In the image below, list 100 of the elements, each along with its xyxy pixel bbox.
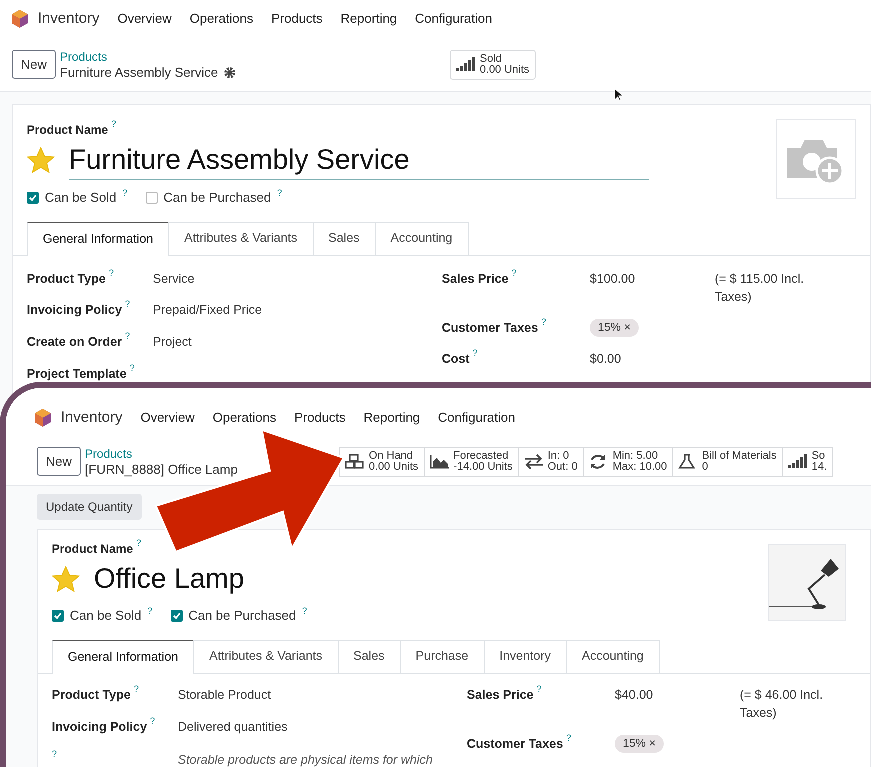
menu-item[interactable]: Products <box>294 408 346 428</box>
field-value: $100.00 <box>590 270 636 288</box>
tab[interactable]: General Information <box>52 640 194 674</box>
help-mark: ? <box>111 118 116 131</box>
help-mark: ? <box>122 187 128 200</box>
tax-tag[interactable]: 15% × <box>615 734 664 752</box>
help-mark: ? <box>512 266 517 280</box>
stat-button[interactable]: Sold 0.00 Units <box>450 50 536 80</box>
tab[interactable]: Attributes & Variants <box>169 222 314 256</box>
menu-item[interactable]: Reporting <box>364 408 420 428</box>
checkbox-label: Can be Purchased <box>188 607 296 625</box>
stat-button[interactable]: Bill of Materials 0 <box>673 446 783 476</box>
checkbox[interactable] <box>27 192 39 204</box>
field-label: Create on Order <box>27 334 122 351</box>
field-label: Customer Taxes <box>442 320 538 336</box>
app-logo-icon <box>12 10 28 28</box>
field-value: $0.00 <box>590 351 622 368</box>
help-mark: ? <box>541 316 546 328</box>
tab[interactable]: Sales <box>314 222 376 256</box>
tab[interactable]: Accounting <box>567 640 660 674</box>
flask-icon <box>678 454 698 469</box>
help-mark: ? <box>52 748 58 761</box>
area-chart-icon <box>430 454 450 469</box>
help-mark: ? <box>150 715 156 728</box>
bar-chart-icon <box>456 57 476 72</box>
tab[interactable]: Inventory <box>484 640 568 674</box>
menu-item[interactable]: Overview <box>140 408 195 428</box>
field-value: $40.00 <box>615 686 654 704</box>
update-quantity-button[interactable]: Update Quantity <box>37 494 142 520</box>
help-mark: ? <box>536 682 542 696</box>
field-value: Service <box>153 270 195 288</box>
tab[interactable]: General Information <box>27 222 170 256</box>
field-label: Invoicing Policy <box>52 719 148 736</box>
field-label: Project Template <box>27 366 127 383</box>
new-button[interactable]: New <box>12 50 56 79</box>
stat-button[interactable]: In: 0 Out: 0 <box>518 446 584 476</box>
field-label: Sales Price <box>442 270 509 288</box>
help-mark: ? <box>277 187 282 200</box>
field-label: Product Name <box>52 541 134 558</box>
checkbox[interactable] <box>146 192 158 204</box>
record-title: Furniture Assembly Service <box>60 64 218 80</box>
field-value: Project <box>153 334 192 351</box>
help-mark: ? <box>302 605 308 618</box>
cubes-icon <box>345 454 366 469</box>
tab[interactable]: Attributes & Variants <box>194 640 338 674</box>
app-name: Inventory <box>38 8 100 29</box>
stat-button[interactable]: Forecasted -14.00 Units <box>424 446 519 476</box>
menu-item[interactable]: Products <box>271 9 323 29</box>
swap-arrows-icon <box>524 454 544 469</box>
check-icon <box>172 612 181 620</box>
help-mark: ? <box>134 682 139 696</box>
menu-item[interactable]: Operations <box>190 9 254 29</box>
checkbox-label: Can be Sold <box>45 189 117 207</box>
product-name-field[interactable]: Office Lamp <box>94 560 394 598</box>
help-mark: ? <box>566 732 572 744</box>
check-icon <box>54 612 62 620</box>
field-value: Prepaid/Fixed Price <box>153 302 262 320</box>
help-mark: ? <box>136 537 142 550</box>
help-mark: ? <box>125 330 130 343</box>
checkbox-label: Can be Purchased <box>164 189 272 207</box>
record-title: [FURN_8888] Office Lamp <box>85 462 238 478</box>
breadcrumb-link[interactable]: Products <box>85 446 132 462</box>
help-mark: ? <box>148 605 153 618</box>
checkbox[interactable] <box>52 610 64 622</box>
field-label: Sales Price <box>467 686 534 704</box>
help-mark: ? <box>108 266 114 280</box>
checkbox[interactable] <box>170 610 183 622</box>
field-label: Customer Taxes <box>467 736 564 752</box>
tab[interactable]: Sales <box>338 640 401 674</box>
breadcrumb-link[interactable]: Products <box>60 48 108 64</box>
menu-item[interactable]: Configuration <box>415 9 492 29</box>
bar-chart-icon <box>788 454 808 469</box>
check-icon <box>29 194 37 202</box>
field-label: Cost <box>442 351 470 368</box>
field-value: Storable Product <box>178 686 272 704</box>
field-label: Product Type <box>52 686 131 704</box>
menu-item[interactable]: Operations <box>212 408 276 428</box>
tab[interactable]: Purchase <box>400 640 485 674</box>
menu-item[interactable]: Overview <box>118 9 172 29</box>
price-note: (= $ 115.00 Incl. Taxes) <box>715 270 806 306</box>
app-logo-icon <box>35 409 51 427</box>
menu-item[interactable]: Configuration <box>438 408 516 428</box>
field-label: Product Name <box>27 122 108 139</box>
price-note: (= $ 46.00 Incl. Taxes) <box>740 686 824 722</box>
help-mark: ? <box>472 347 478 360</box>
tax-tag[interactable]: 15% × <box>590 318 639 336</box>
field-description: Storable products are physical items for which <box>178 752 433 767</box>
field-label: Invoicing Policy <box>27 302 122 320</box>
product-name-field[interactable]: Furniture Assembly Service <box>69 141 649 180</box>
stat-button[interactable]: So 14. <box>782 446 834 476</box>
stat-button[interactable]: On Hand 0.00 Units <box>339 446 425 476</box>
app-name: Inventory <box>61 408 123 428</box>
new-button[interactable]: New <box>37 447 82 476</box>
field-value: Delivered quantities <box>178 719 288 736</box>
stat-button[interactable]: Min: 5.00 Max: 10.00 <box>584 446 674 476</box>
menu-item[interactable]: Reporting <box>340 9 398 29</box>
help-mark: ? <box>130 362 135 375</box>
help-mark: ? <box>125 298 130 312</box>
tab[interactable]: Accounting <box>376 222 469 256</box>
field-label: Product Type <box>27 270 106 288</box>
